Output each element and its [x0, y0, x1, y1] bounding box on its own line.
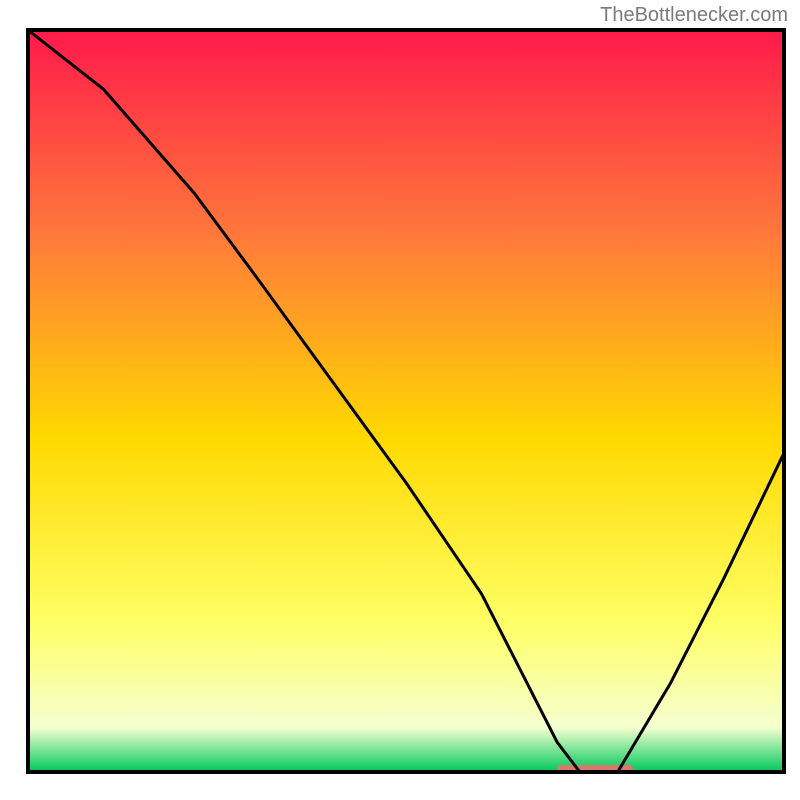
chart-svg	[0, 0, 800, 800]
attribution-text: TheBottlenecker.com	[600, 4, 788, 27]
bottleneck-chart: TheBottlenecker.com	[0, 0, 800, 800]
plot-background	[28, 30, 784, 772]
